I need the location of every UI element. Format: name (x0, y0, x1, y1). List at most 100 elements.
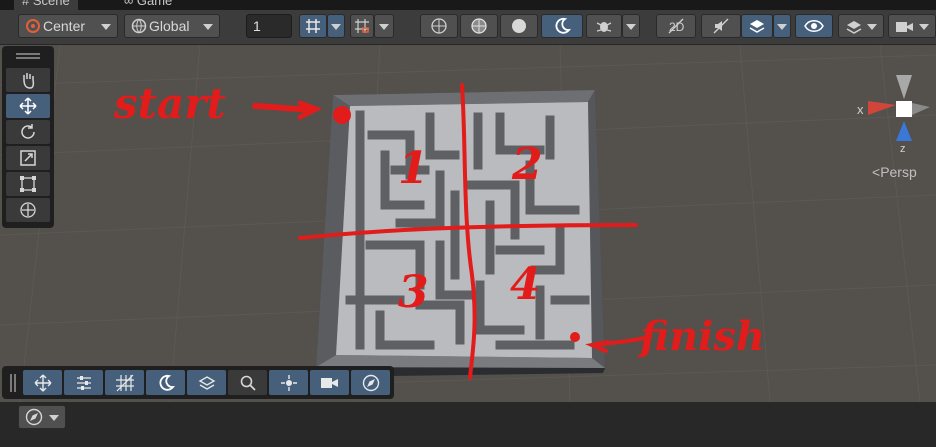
drag-handle[interactable] (16, 53, 40, 59)
compass-icon (362, 374, 379, 391)
chevron-left-icon: < (872, 164, 881, 180)
layers-effects-icon (749, 20, 765, 33)
overlay-toolbar (2, 366, 394, 399)
camera-icon (896, 22, 913, 32)
annotation-finish: finish (640, 313, 765, 360)
search-overlay-button[interactable] (228, 370, 267, 395)
rect-tool-button[interactable] (6, 172, 50, 196)
grid-size-field[interactable]: 1 (246, 14, 292, 38)
chevron-down-icon (919, 24, 929, 30)
globe-icon (131, 18, 147, 34)
audio-mute-icon (713, 18, 729, 34)
sliders-icon (76, 375, 91, 390)
pivot-dropdown[interactable]: Center (18, 14, 118, 38)
draw-mode-shaded-button[interactable] (500, 14, 538, 38)
rect-transform-icon (20, 176, 36, 192)
grid-snap-icon (306, 19, 320, 33)
snap-magnet-icon (355, 19, 369, 33)
persp-label: Persp (880, 164, 917, 180)
tab-game[interactable]: ∞ Game (116, 0, 180, 10)
navigation-dropdown[interactable] (18, 405, 66, 429)
bottom-bar (0, 402, 936, 447)
camera-dropdown[interactable] (888, 14, 936, 38)
gizmo-z-label: z (900, 143, 906, 155)
chevron-down-icon (777, 24, 787, 30)
projection-toggle[interactable]: <Persp (872, 164, 917, 180)
layers-overlay-button[interactable] (187, 370, 226, 395)
effects-menu[interactable] (773, 14, 791, 38)
finish-dot (570, 332, 580, 342)
chevron-down-icon (379, 24, 389, 30)
draw-mode-shaded-wire-button[interactable] (460, 14, 498, 38)
scale-icon (20, 150, 36, 166)
debug-draw-button[interactable] (586, 14, 622, 38)
annotation-quadrant-2: 2 (512, 139, 543, 190)
eye-icon (804, 20, 824, 32)
move-arrows-icon (34, 374, 51, 391)
compass-icon (25, 408, 43, 426)
space-dropdown[interactable]: Global (124, 14, 220, 38)
shaded-sphere-icon (512, 19, 526, 33)
lighting-overlay-button[interactable] (146, 370, 185, 395)
grid-snap-button[interactable] (299, 14, 327, 38)
grid-snap-menu[interactable] (327, 14, 345, 38)
draw-mode-lit-button[interactable] (541, 14, 583, 38)
rotate-tool-button[interactable] (6, 120, 50, 144)
bug-icon (596, 22, 612, 32)
scale-tool-button[interactable] (6, 146, 50, 170)
orientation-gizmo (868, 75, 930, 141)
increment-snap-button[interactable] (350, 14, 374, 38)
transform-tool-button[interactable] (6, 198, 50, 222)
tools-overlay (2, 46, 54, 228)
space-label: Global (149, 18, 190, 34)
chevron-down-icon (867, 24, 877, 30)
move-overlay-button[interactable] (23, 370, 62, 395)
chevron-down-icon (203, 24, 213, 30)
draw-mode-wireframe-button[interactable] (420, 14, 458, 38)
transform-icon (20, 202, 36, 218)
orientation-overlay-button[interactable] (269, 370, 308, 395)
drag-handle[interactable] (10, 374, 16, 392)
navigation-overlay-button[interactable] (351, 370, 390, 395)
moon-icon (555, 17, 571, 34)
scene-visibility-button[interactable] (795, 14, 833, 38)
scene-toolbar: Center Global 1 2D (0, 10, 936, 45)
effects-toggle-button[interactable] (741, 14, 773, 38)
tool-settings-button[interactable] (64, 370, 103, 395)
chevron-down-icon (626, 24, 636, 30)
gizmo-x-label: x (857, 102, 864, 117)
move-tool-button[interactable] (6, 94, 50, 118)
search-icon (240, 375, 256, 391)
orientation-icon (280, 374, 297, 391)
pivot-label: Center (43, 18, 86, 34)
annotation-quadrant-4: 4 (510, 259, 541, 310)
start-dot (333, 106, 351, 124)
tab-bar: # Scene ∞ Game (0, 0, 936, 10)
audio-toggle-button[interactable] (701, 14, 741, 38)
2d-toggle-button[interactable]: 2D (656, 14, 696, 38)
camera-icon (320, 377, 338, 388)
chevron-down-icon (49, 415, 59, 421)
moon-icon (159, 374, 175, 391)
wireframe-sphere-icon (431, 18, 447, 34)
pivot-icon (26, 19, 40, 33)
layers-icon (846, 21, 862, 34)
layers-dropdown[interactable] (838, 14, 884, 38)
debug-draw-menu[interactable] (622, 14, 640, 38)
hand-icon (23, 73, 35, 89)
annotation-start: start (114, 79, 226, 128)
chevron-down-icon (101, 24, 111, 30)
tab-scene[interactable]: # Scene (14, 0, 78, 10)
increment-snap-menu[interactable] (374, 14, 394, 38)
grid-snapping-overlay-button[interactable] (105, 370, 144, 395)
annotation-quadrant-1: 1 (398, 143, 429, 194)
2d-icon: 2D (668, 18, 685, 34)
camera-overlay-button[interactable] (310, 370, 349, 395)
svg-text:2D: 2D (669, 20, 685, 34)
rotate-icon (21, 124, 35, 139)
chevron-down-icon (331, 24, 341, 30)
scene-viewport[interactable]: x z <Persp start finish 1 2 3 4 (0, 45, 936, 402)
move-arrows-icon (19, 97, 37, 115)
hand-tool-button[interactable] (6, 68, 50, 92)
grid-icon (115, 374, 134, 391)
